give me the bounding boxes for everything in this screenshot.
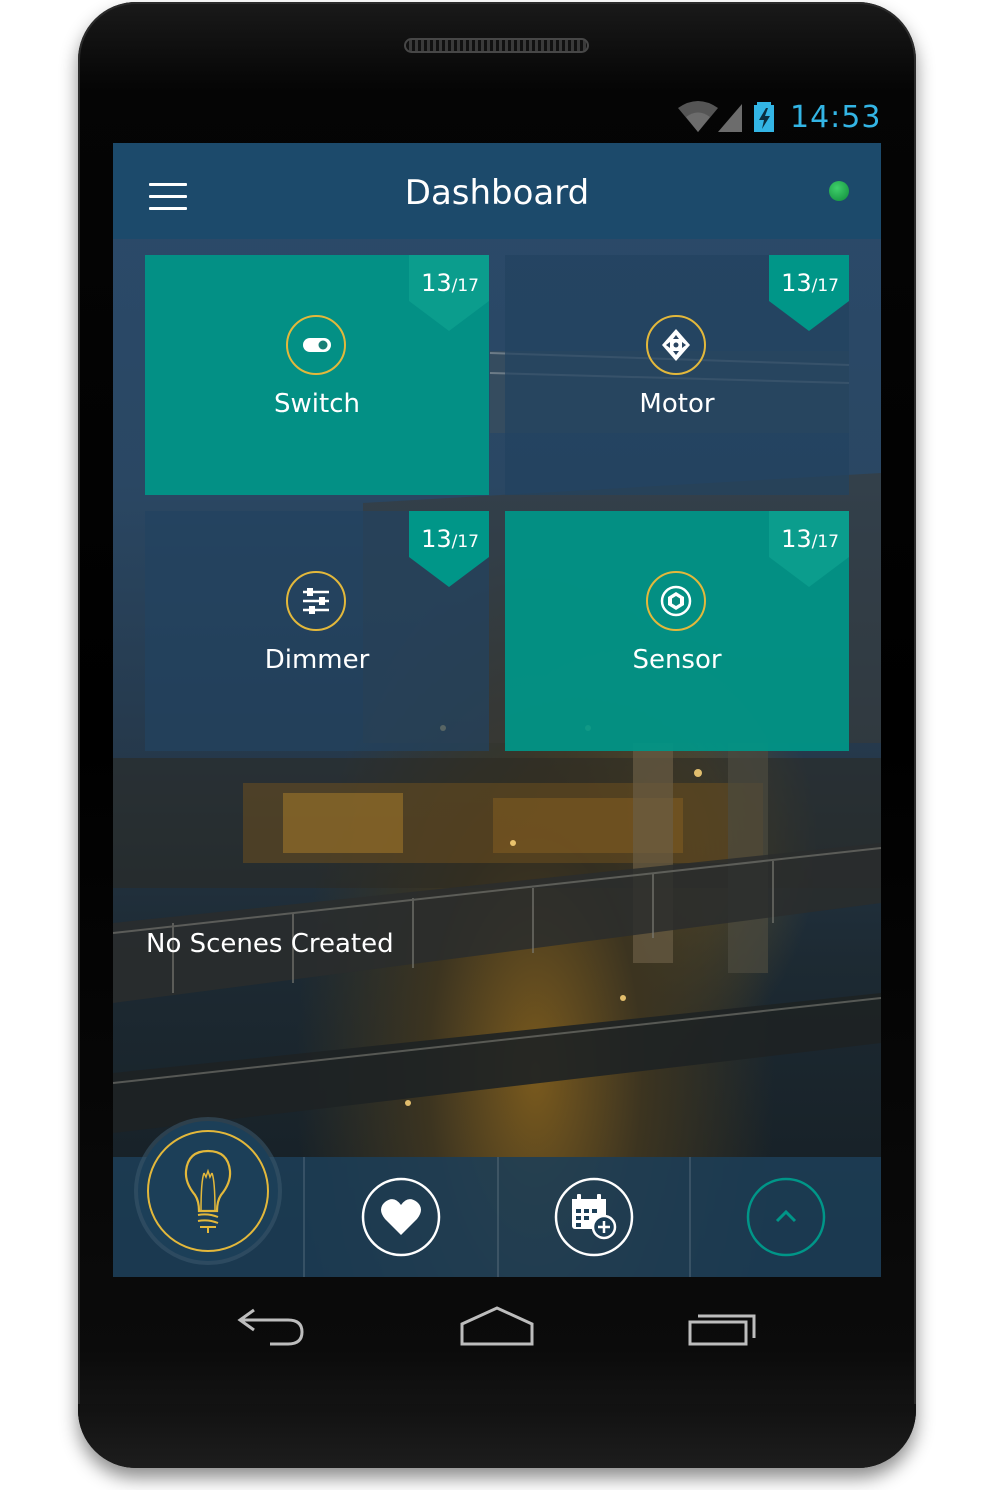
sliders-icon	[286, 571, 346, 631]
heart-icon	[361, 1177, 441, 1257]
chevron-up-icon	[746, 1177, 826, 1257]
device-count: 13/17	[781, 269, 839, 297]
phone-chin	[78, 1404, 916, 1468]
device-count: 13/17	[781, 525, 839, 553]
sensor-icon	[646, 571, 706, 631]
lights-button[interactable]	[138, 1121, 278, 1261]
status-time: 14:53	[790, 100, 882, 135]
motor-direction-icon	[646, 315, 706, 375]
app-screen: Dashboard 13/17 Switch 13/17 Motor 13/17…	[113, 143, 881, 1277]
page-title: Dashboard	[404, 173, 590, 213]
no-scenes-message: No Scenes Created	[146, 929, 394, 959]
tile-sensor[interactable]: 13/17 Sensor	[505, 511, 849, 751]
home-icon[interactable]	[458, 1304, 536, 1352]
tile-label: Motor	[639, 389, 715, 419]
tile-motor[interactable]: 13/17 Motor	[505, 255, 849, 495]
tile-label: Switch	[274, 389, 360, 419]
signal-icon	[718, 104, 742, 132]
calendar-add-icon	[554, 1177, 634, 1257]
battery-charging-icon	[754, 102, 774, 132]
wifi-icon	[678, 101, 718, 132]
back-icon[interactable]	[236, 1306, 308, 1352]
tile-label: Sensor	[632, 645, 722, 675]
tile-switch[interactable]: 13/17 Switch	[145, 255, 489, 495]
toggle-switch-icon	[286, 315, 346, 375]
schedule-button[interactable]	[554, 1177, 634, 1257]
connection-status-indicator	[829, 181, 849, 201]
tile-label: Dimmer	[264, 645, 370, 675]
favorites-button[interactable]	[361, 1177, 441, 1257]
recents-icon[interactable]	[686, 1306, 760, 1352]
phone-speaker	[404, 38, 589, 53]
expand-up-button[interactable]	[746, 1177, 826, 1257]
app-bar: Dashboard	[113, 143, 881, 239]
tile-dimmer[interactable]: 13/17 Dimmer	[145, 511, 489, 751]
device-count: 13/17	[421, 525, 479, 553]
device-count: 13/17	[421, 269, 479, 297]
lightbulb-icon	[147, 1130, 269, 1252]
